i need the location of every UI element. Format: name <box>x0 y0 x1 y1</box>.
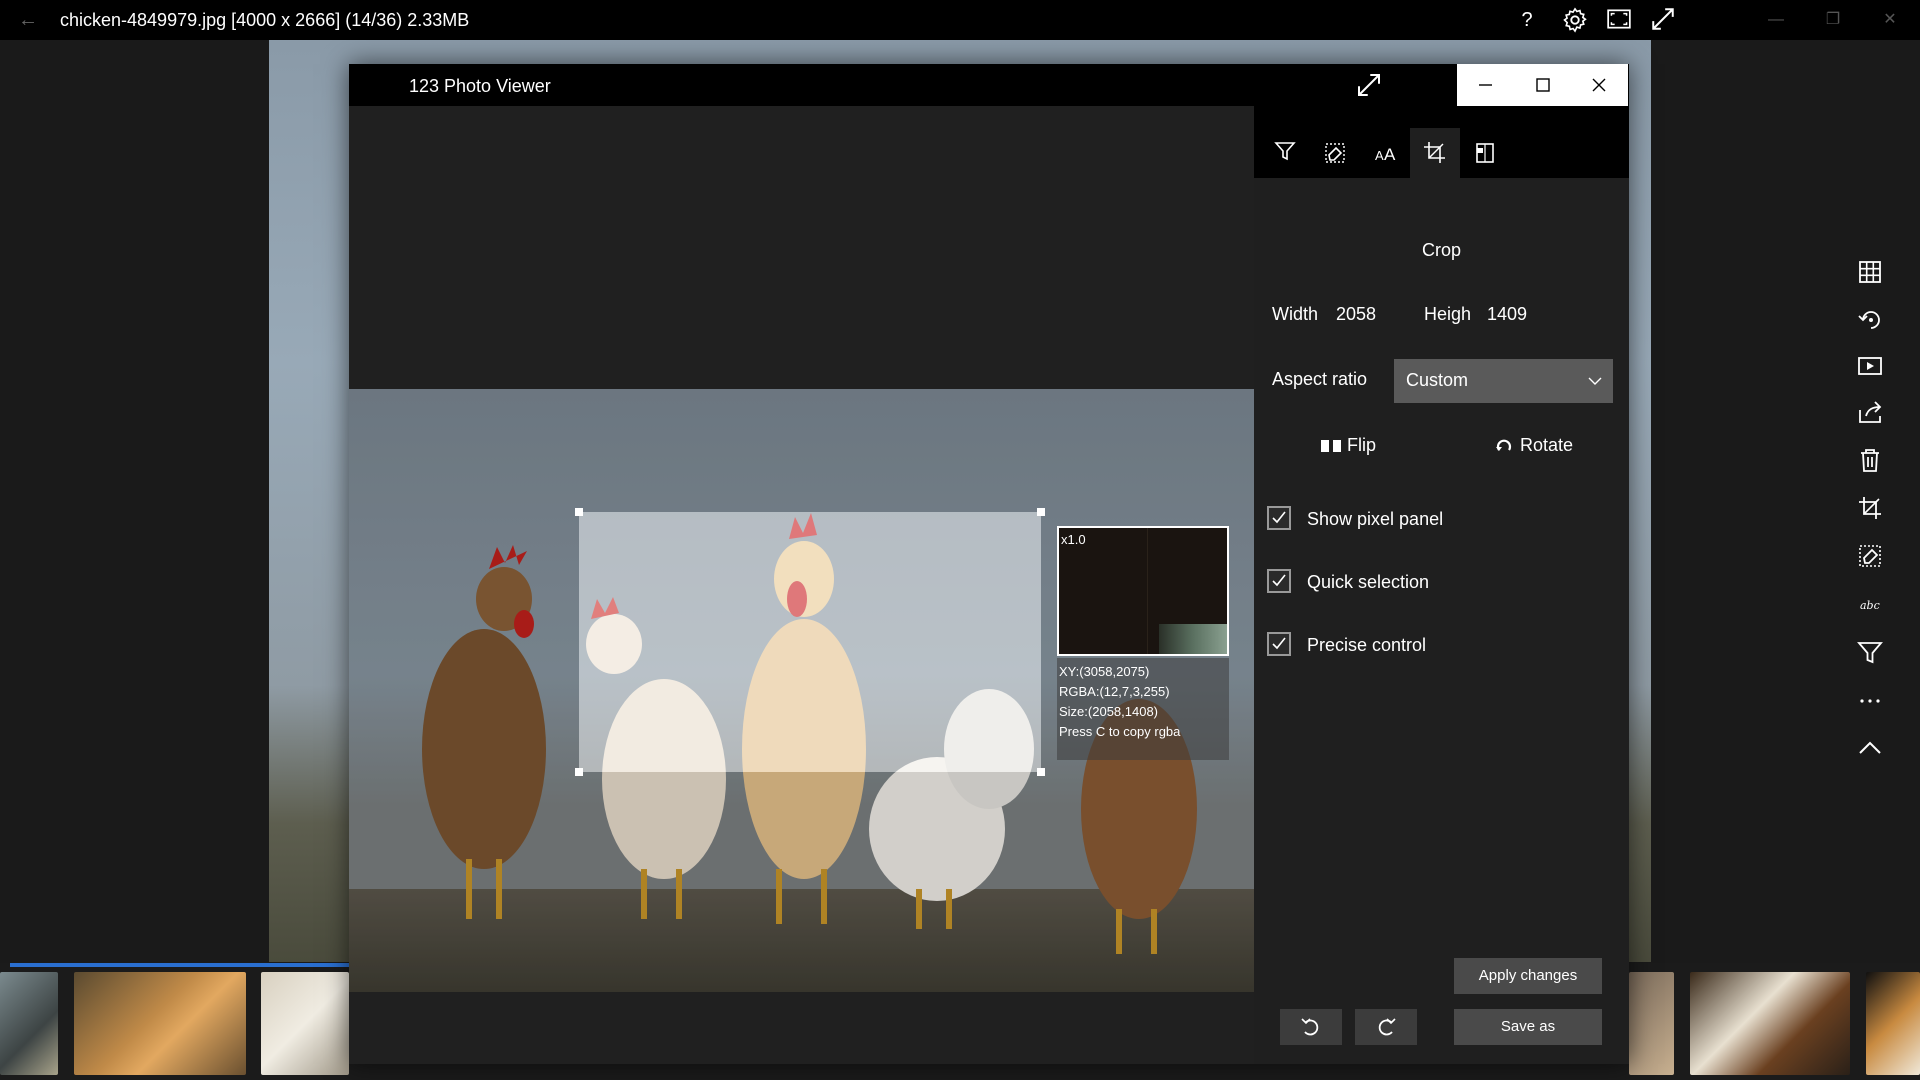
dialog-minimize-icon[interactable] <box>1457 64 1514 106</box>
close-window-icon[interactable]: ✕ <box>1870 6 1910 34</box>
file-info-title: chicken-4849979.jpg [4000 x 2666] (14/36… <box>60 10 470 30</box>
thumbnail[interactable] <box>1866 972 1920 1075</box>
apply-changes-button[interactable]: Apply changes <box>1454 958 1602 994</box>
flip-label: Flip <box>1347 435 1377 455</box>
precise-control-checkbox[interactable] <box>1267 632 1291 656</box>
pixel-info-panel: XY:(3058,2075) RGBA:(12,7,3,255) Size:(2… <box>1057 658 1229 760</box>
checkmark-icon <box>1272 511 1286 524</box>
share-icon[interactable] <box>1850 392 1890 432</box>
redo-button[interactable] <box>1355 1009 1417 1045</box>
flip-button[interactable]: Flip <box>1319 433 1429 463</box>
redo-icon <box>1378 1018 1396 1036</box>
aspect-ratio-label: Aspect ratio <box>1272 369 1368 389</box>
slideshow-icon[interactable] <box>1850 346 1890 386</box>
thumbnail[interactable] <box>0 972 58 1075</box>
app-title-bar: ← chicken-4849979.jpg [4000 x 2666] (14/… <box>0 0 1920 40</box>
quick-selection-label[interactable]: Quick selection <box>1307 572 1429 593</box>
undo-button[interactable] <box>1280 1009 1342 1045</box>
thumbnail[interactable] <box>261 972 349 1075</box>
dialog-expand-icon[interactable] <box>1354 70 1384 100</box>
pixel-crosshair <box>1147 528 1148 654</box>
delete-icon[interactable] <box>1850 440 1890 480</box>
dialog-maximize-icon[interactable] <box>1514 64 1571 106</box>
tab-eraser[interactable] <box>1310 128 1360 178</box>
svg-text:A: A <box>1384 145 1396 164</box>
tab-compare[interactable] <box>1460 128 1510 178</box>
text-abc-icon[interactable]: abc <box>1850 584 1890 624</box>
panel-heading: Crop <box>1421 240 1461 260</box>
dialog-window-controls <box>1457 64 1628 106</box>
fullscreen-icon[interactable] <box>1604 6 1634 34</box>
gear-icon[interactable] <box>1560 6 1590 34</box>
svg-text:A: A <box>1375 148 1384 163</box>
back-arrow-icon[interactable]: ← <box>18 9 40 31</box>
tab-crop[interactable] <box>1410 128 1460 178</box>
photo-editor-dialog: 123 Photo Viewer x1.0 XY:(3058,2075) RGB… <box>349 64 1629 1064</box>
quick-selection-checkbox[interactable] <box>1267 569 1291 593</box>
pixel-zoom-panel: x1.0 <box>1057 526 1229 656</box>
restore-window-icon[interactable]: ❐ <box>1813 6 1853 34</box>
aspect-ratio-select[interactable]: Custom <box>1394 359 1613 403</box>
thumbnail[interactable] <box>74 972 246 1075</box>
crop-icon[interactable] <box>1850 488 1890 528</box>
rotate-ccw-icon <box>1496 439 1512 451</box>
grid-icon[interactable] <box>1850 252 1890 292</box>
minimize-window-icon[interactable]: — <box>1756 6 1796 34</box>
pixel-size: Size:(2058,1408) <box>1059 704 1159 719</box>
edit-tabs: AA <box>1254 106 1629 178</box>
eraser-icon[interactable] <box>1850 536 1890 576</box>
precise-control-label[interactable]: Precise control <box>1307 635 1426 656</box>
rotate-button[interactable]: Rotate <box>1494 433 1604 463</box>
pixel-sample-area <box>1159 624 1227 654</box>
expand-icon[interactable] <box>1648 6 1678 34</box>
filter-icon[interactable] <box>1850 632 1890 672</box>
dialog-title-bar: 123 Photo Viewer <box>349 64 1629 106</box>
thumbnail[interactable] <box>1690 972 1850 1075</box>
film-strip-progress <box>10 963 350 967</box>
width-label: Width <box>1272 304 1319 324</box>
rotate-icon[interactable] <box>1850 298 1890 338</box>
height-label: Heigh <box>1424 304 1472 324</box>
pixel-hint: Press C to copy rgba <box>1059 724 1181 739</box>
pixel-xy: XY:(3058,2075) <box>1059 664 1150 679</box>
undo-icon <box>1301 1018 1319 1036</box>
dialog-close-icon[interactable] <box>1571 64 1628 106</box>
dialog-title: 123 Photo Viewer <box>409 76 551 96</box>
show-pixel-panel-checkbox[interactable] <box>1267 506 1291 530</box>
thumbnail[interactable] <box>1629 972 1674 1075</box>
flip-icon <box>1321 438 1341 454</box>
aspect-ratio-value: Custom <box>1406 370 1469 390</box>
svg-text:abc: abc <box>1860 599 1880 612</box>
tab-text[interactable]: AA <box>1360 128 1410 178</box>
tab-filter[interactable] <box>1260 128 1310 178</box>
help-icon[interactable]: ? <box>1512 6 1542 34</box>
save-as-button[interactable]: Save as <box>1454 1009 1602 1045</box>
width-value[interactable]: 2058 <box>1336 304 1376 325</box>
zoom-level: x1.0 <box>1061 532 1086 547</box>
chevron-up-icon[interactable] <box>1850 728 1890 768</box>
height-value[interactable]: 1409 <box>1487 304 1527 325</box>
show-pixel-panel-label[interactable]: Show pixel panel <box>1307 509 1443 530</box>
chevron-down-icon <box>1588 377 1602 385</box>
edit-panel: AA Crop Width 2058 Heigh 1409 Aspect rat… <box>1254 106 1629 1064</box>
checkmark-icon <box>1272 637 1286 650</box>
more-icon[interactable] <box>1850 680 1890 720</box>
right-toolbar: abc <box>1840 240 1900 760</box>
checkmark-icon <box>1272 574 1286 587</box>
rotate-label: Rotate <box>1520 435 1574 455</box>
pixel-rgba: RGBA:(12,7,3,255) <box>1059 684 1170 699</box>
